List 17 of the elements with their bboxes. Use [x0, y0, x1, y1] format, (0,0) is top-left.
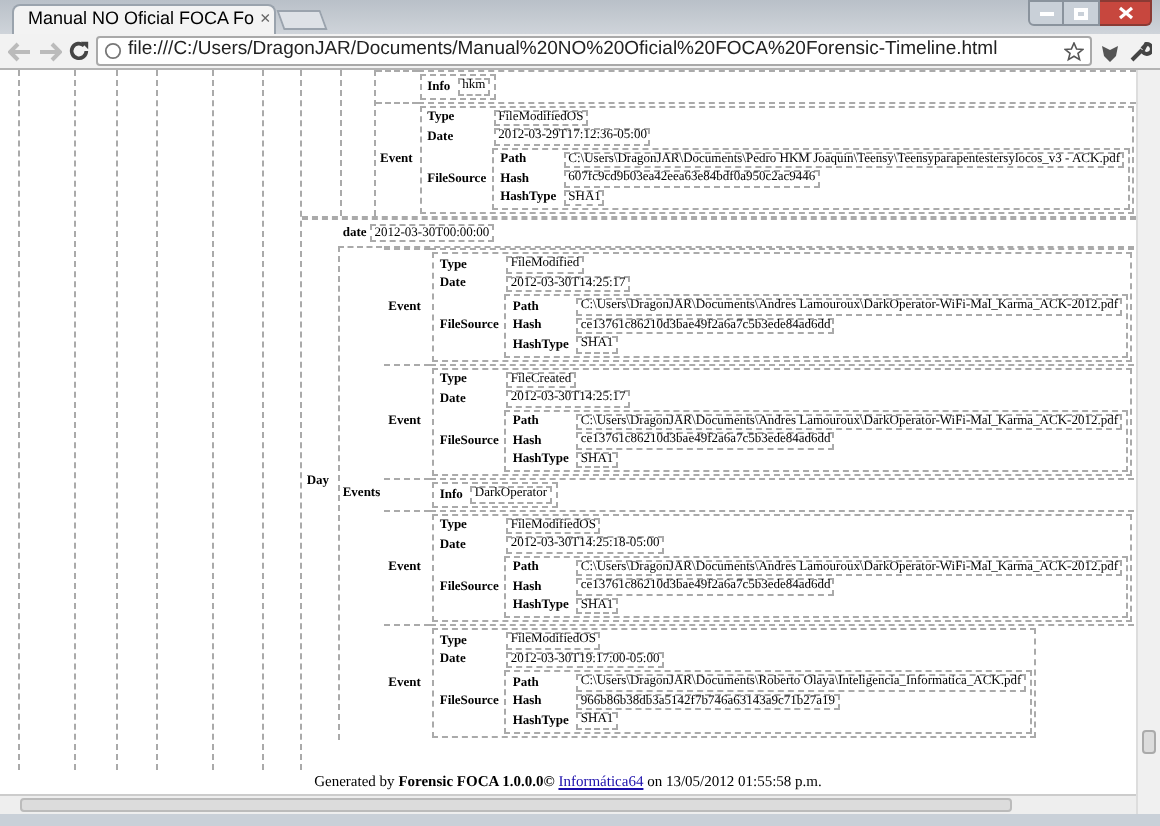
vertical-scrollbar-thumb[interactable] [1142, 730, 1156, 754]
close-tab-button[interactable]: × [260, 6, 271, 34]
page-icon [104, 42, 122, 60]
back-icon[interactable] [8, 41, 32, 61]
wrench-icon[interactable] [1128, 39, 1152, 63]
star-icon[interactable] [1064, 41, 1084, 61]
close-window-button[interactable] [1100, 0, 1152, 26]
reload-icon[interactable] [68, 40, 90, 62]
horizontal-scrollbar[interactable] [20, 798, 1012, 812]
maximize-button[interactable] [1064, 0, 1100, 26]
close-icon [1117, 6, 1133, 20]
new-tab-button[interactable] [276, 10, 328, 30]
url-text: file:///C:/Users/DragonJAR/Documents/Manual%20NO%20Oficial%20FOCA%20Forensic-Timeline.html [128, 36, 1000, 65]
minimize-button[interactable] [1028, 0, 1064, 26]
browser-tab[interactable]: Manual NO Oficial FOCA Fo × [12, 4, 276, 34]
tab-title: Manual NO Oficial FOCA Fo [28, 6, 255, 33]
address-bar[interactable]: file:///C:/Users/DragonJAR/Documents/Manual%20NO%20Oficial%20FOCA%20Forensic-Timeline.html [96, 36, 1092, 66]
